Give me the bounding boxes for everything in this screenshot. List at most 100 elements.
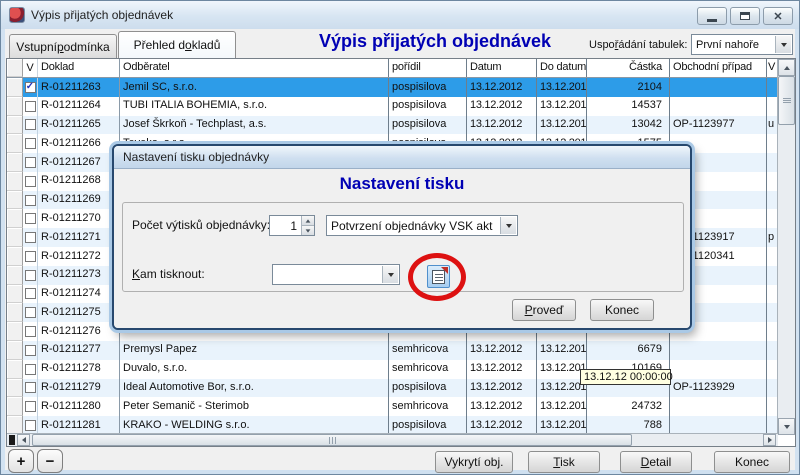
dialog-cancel-button[interactable]: Konec	[590, 299, 654, 321]
row-checkbox[interactable]	[25, 119, 36, 130]
horizontal-scroll-thumb[interactable]	[32, 434, 632, 446]
print-button[interactable]: Tisk	[528, 451, 600, 473]
row-check-cell[interactable]	[23, 341, 38, 360]
row-checkbox[interactable]	[25, 82, 36, 93]
scroll-right-button[interactable]	[763, 434, 776, 446]
arrange-tables-dropdown[interactable]: První nahoře	[691, 34, 793, 55]
col-header-do-datumu[interactable]: Do datumu	[537, 59, 587, 77]
row-header[interactable]	[7, 97, 23, 116]
row-checkbox[interactable]	[25, 307, 36, 318]
row-check-cell[interactable]	[23, 209, 38, 228]
row-header[interactable]	[7, 322, 23, 341]
dropdown-arrow-button[interactable]	[382, 266, 398, 283]
col-header-doklad[interactable]: Doklad	[38, 59, 120, 77]
row-checkbox[interactable]	[25, 420, 36, 431]
row-check-cell[interactable]	[23, 266, 38, 285]
row-check-cell[interactable]	[23, 116, 38, 135]
proceed-button[interactable]: Proveď	[512, 299, 576, 321]
copies-stepper[interactable]: 1	[269, 215, 315, 236]
col-header-check[interactable]: V	[23, 59, 38, 77]
tab-prehled-dokladu[interactable]: Přehled dokladů	[118, 31, 236, 58]
row-header[interactable]	[7, 78, 23, 97]
row-check-cell[interactable]	[23, 322, 38, 341]
row-header[interactable]	[7, 209, 23, 228]
row-check-cell[interactable]	[23, 379, 38, 398]
title-bar[interactable]: Výpis přijatých objednávek ✕	[1, 1, 799, 29]
row-checkbox[interactable]	[25, 251, 36, 262]
row-header[interactable]	[7, 191, 23, 210]
row-header[interactable]	[7, 172, 23, 191]
add-row-button[interactable]: +	[8, 449, 34, 473]
vertical-scrollbar[interactable]	[777, 59, 795, 435]
tab-vstupni-podminka[interactable]: Vstupní podmínka	[9, 34, 117, 58]
scroll-down-button[interactable]	[778, 418, 795, 435]
dialog-title-bar[interactable]: Nastavení tisku objednávky	[114, 146, 690, 169]
row-header[interactable]	[7, 228, 23, 247]
row-header[interactable]	[7, 303, 23, 322]
col-header-castka[interactable]: Částka	[587, 59, 670, 77]
dropdown-arrow-button[interactable]	[775, 36, 791, 53]
row-check-cell[interactable]	[23, 97, 38, 116]
horizontal-scrollbar[interactable]	[7, 433, 778, 446]
row-checkbox[interactable]	[25, 382, 36, 393]
row-checkbox[interactable]	[25, 270, 36, 281]
vertical-scroll-thumb[interactable]	[778, 76, 795, 125]
splitter-handle[interactable]	[9, 435, 15, 445]
table-row[interactable]: R-01211264 TUBI ITALIA BOHEMIA, s.r.o. p…	[7, 97, 778, 116]
row-checkbox[interactable]	[25, 176, 36, 187]
row-check-cell[interactable]	[23, 303, 38, 322]
col-header-datum[interactable]: Datum	[467, 59, 537, 77]
row-check-cell[interactable]	[23, 191, 38, 210]
table-row[interactable]: R-01211263 Jemil SC, s.r.o. pospisilova …	[7, 78, 778, 97]
row-check-cell[interactable]	[23, 134, 38, 153]
scroll-left-button[interactable]	[17, 434, 30, 446]
row-header[interactable]	[7, 341, 23, 360]
close-button[interactable]: ✕	[763, 7, 793, 25]
row-check-cell[interactable]	[23, 397, 38, 416]
table-row[interactable]: R-01211265 Josef Škrkoň - Techplast, a.s…	[7, 116, 778, 135]
table-row[interactable]: R-01211277 Premysl Papez semhricova 13.1…	[7, 341, 778, 360]
row-check-cell[interactable]	[23, 285, 38, 304]
row-checkbox[interactable]	[25, 101, 36, 112]
row-check-cell[interactable]	[23, 153, 38, 172]
table-row[interactable]: R-01211280 Peter Semanič - Sterimob semh…	[7, 397, 778, 416]
row-check-cell[interactable]	[23, 360, 38, 379]
detail-button[interactable]: Detail	[620, 451, 692, 473]
scroll-up-button[interactable]	[778, 59, 795, 76]
col-header-poridil[interactable]: pořídil	[389, 59, 467, 77]
row-checkbox[interactable]	[25, 232, 36, 243]
row-header[interactable]	[7, 153, 23, 172]
coverage-button[interactable]: Vykrytí obj.	[435, 451, 513, 473]
row-header[interactable]	[7, 397, 23, 416]
row-checkbox[interactable]	[25, 401, 36, 412]
col-header-odberatel[interactable]: Odběratel	[120, 59, 389, 77]
row-check-cell[interactable]	[23, 78, 38, 97]
report-template-dropdown[interactable]: Potvrzení objednávky VSK akt	[326, 215, 518, 236]
row-checkbox[interactable]	[25, 157, 36, 168]
row-header[interactable]	[7, 360, 23, 379]
minimize-button[interactable]	[697, 7, 727, 25]
stepper-up-button[interactable]	[302, 216, 314, 225]
row-check-cell[interactable]	[23, 228, 38, 247]
row-header[interactable]	[7, 116, 23, 135]
row-checkbox[interactable]	[25, 195, 36, 206]
row-header[interactable]	[7, 266, 23, 285]
dropdown-arrow-button[interactable]	[500, 217, 516, 234]
row-checkbox[interactable]	[25, 345, 36, 356]
close-window-button[interactable]: Konec	[714, 451, 790, 473]
print-destination-dropdown[interactable]	[272, 264, 400, 285]
row-checkbox[interactable]	[25, 213, 36, 224]
row-header[interactable]	[7, 285, 23, 304]
row-header[interactable]	[7, 134, 23, 153]
row-check-cell[interactable]	[23, 172, 38, 191]
row-check-cell[interactable]	[23, 247, 38, 266]
remove-row-button[interactable]: −	[37, 449, 63, 473]
col-header-obchodni-pripad[interactable]: Obchodní případ	[670, 59, 767, 77]
row-header[interactable]	[7, 247, 23, 266]
row-checkbox[interactable]	[25, 288, 36, 299]
printer-properties-button[interactable]	[427, 265, 450, 288]
row-header[interactable]	[7, 379, 23, 398]
row-checkbox[interactable]	[25, 326, 36, 337]
row-checkbox[interactable]	[25, 364, 36, 375]
maximize-button[interactable]	[730, 7, 760, 25]
